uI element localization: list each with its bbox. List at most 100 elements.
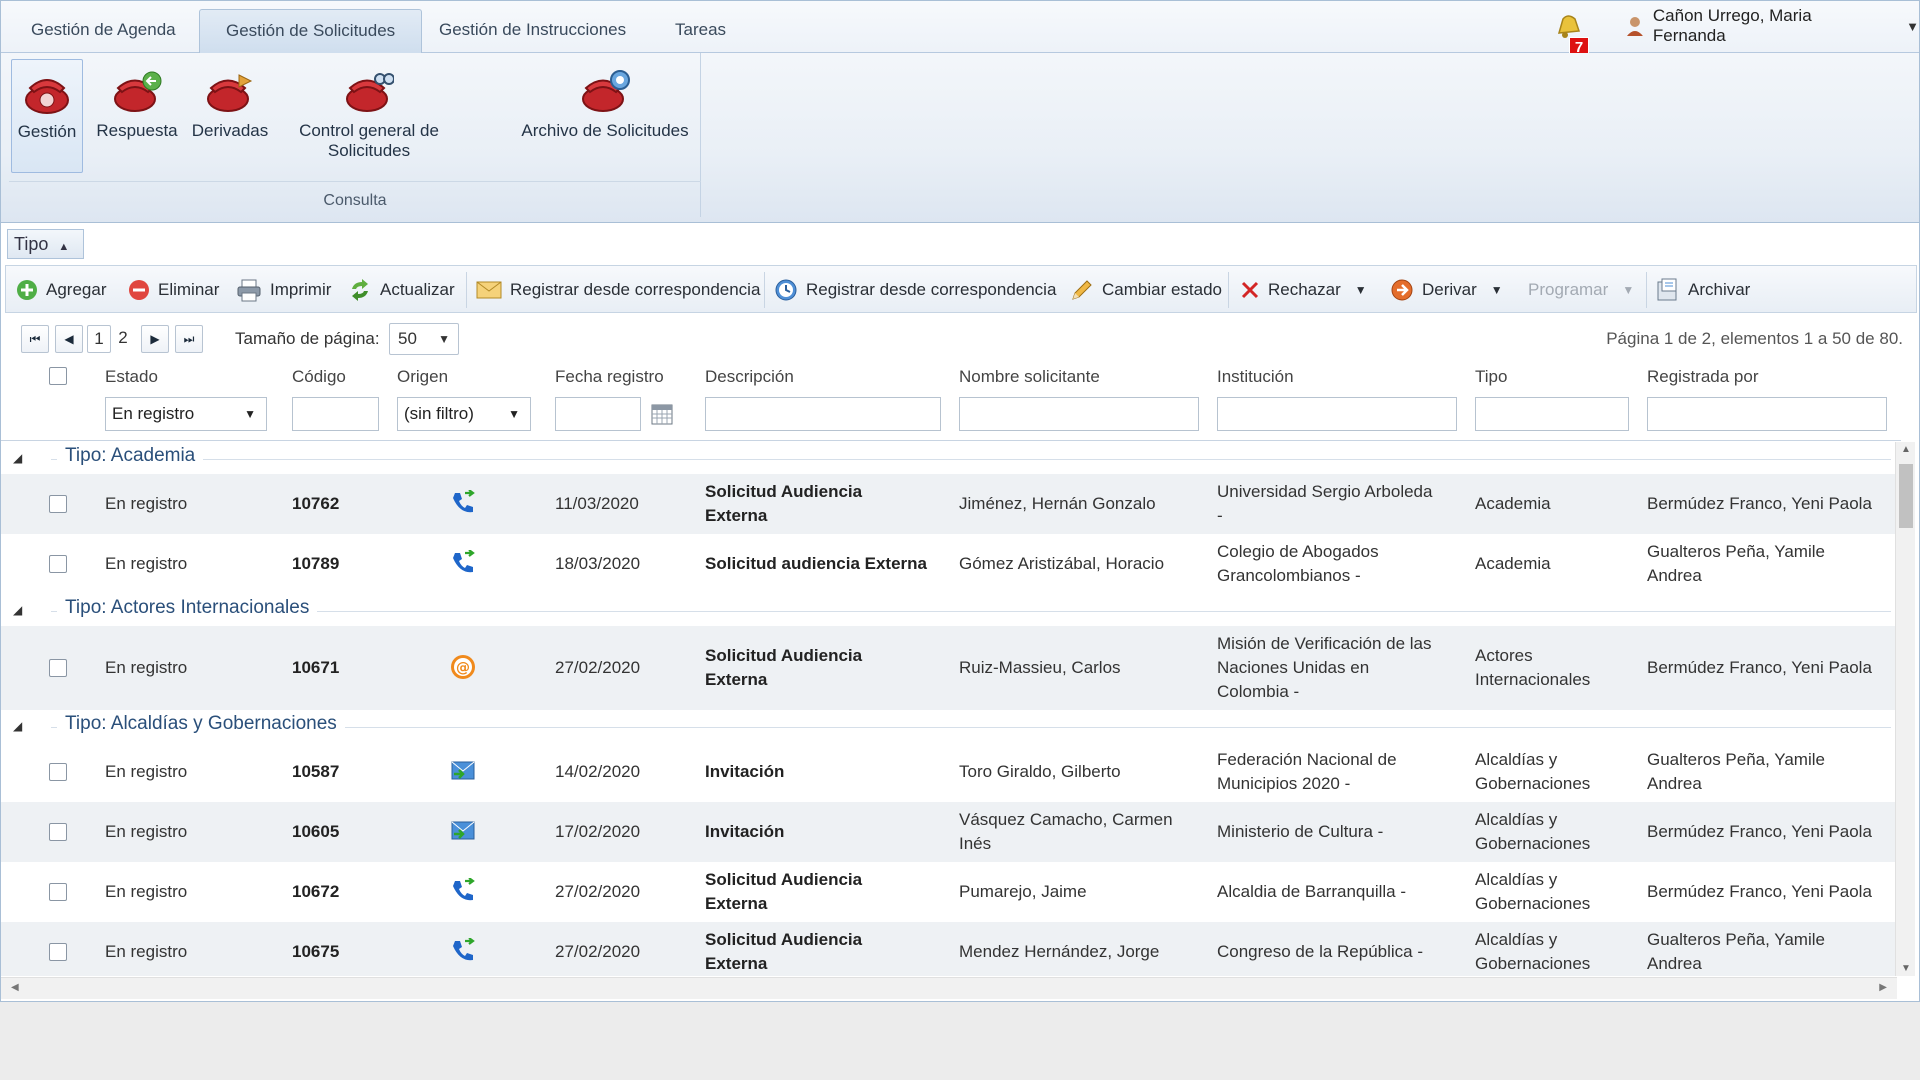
cell-descripcion: Invitación [705, 762, 785, 781]
pager: ⏮ ◀ 1 2 ▶ ⏭ Tamaño de página: 50 ▼ Págin… [1, 319, 1919, 361]
row-checkbox[interactable] [49, 659, 67, 677]
tab-gestion-agenda[interactable]: Gestión de Agenda [5, 9, 202, 53]
row-checkbox[interactable] [49, 823, 67, 841]
page-1-link[interactable]: 1 [87, 325, 111, 353]
first-page-button[interactable]: ⏮ [21, 325, 49, 353]
eliminar-button[interactable]: Eliminar [128, 276, 219, 304]
select-all-checkbox[interactable] [49, 367, 67, 385]
tipo-filter-input[interactable] [1475, 397, 1629, 431]
scroll-up-icon[interactable]: ▲ [1896, 444, 1916, 455]
cambiar-estado-button[interactable]: Cambiar estado [1070, 276, 1222, 304]
table-row[interactable]: En registro 10587 14/02/2020 Invitación Toro… [1, 742, 1897, 802]
group-title: Tipo: Alcaldías y Gobernaciones [57, 713, 345, 735]
ribbon-respuesta-button[interactable]: Respuesta [93, 59, 181, 173]
registrar-correspondencia-button[interactable]: Registrar desde correspondencia [476, 276, 760, 304]
chevron-down-icon: ▼ [1622, 283, 1635, 297]
registrada-filter-input[interactable] [1647, 397, 1887, 431]
printer-icon [237, 279, 261, 302]
derivar-button[interactable]: Derivar ▼ [1390, 276, 1503, 304]
cell-tipo: Gobernaciones [1475, 834, 1591, 853]
descripcion-filter-input[interactable] [705, 397, 941, 431]
cell-registrada-por: Bermúdez Franco, Yeni Paola [1647, 658, 1872, 677]
imprimir-button[interactable]: Imprimir [236, 276, 331, 304]
row-checkbox[interactable] [49, 555, 67, 573]
vertical-scrollbar[interactable]: ▲ ▼ [1895, 442, 1915, 976]
ribbon-respuesta-label: Respuesta [96, 121, 178, 140]
prev-page-button[interactable]: ◀ [55, 325, 83, 353]
collapse-triangle-icon[interactable]: ◢ [13, 451, 22, 465]
table-row[interactable]: En registro 10675 27/02/2020 Solicitud Audi… [1, 922, 1897, 976]
row-checkbox[interactable] [49, 943, 67, 961]
origen-filter-select[interactable]: (sin filtro) ▼ [397, 397, 531, 431]
cell-institucion: - [1217, 506, 1223, 525]
table-row[interactable]: En registro 10672 27/02/2020 Solicitud Audi… [1, 862, 1897, 922]
col-codigo[interactable]: Código [292, 367, 346, 387]
horizontal-scrollbar[interactable]: ◀ ▶ [1, 977, 1897, 999]
col-nombre-solicitante[interactable]: Nombre solicitante [959, 367, 1100, 387]
next-page-button[interactable]: ▶ [141, 325, 169, 353]
tab-tareas[interactable]: Tareas [649, 9, 752, 53]
col-institucion[interactable]: Institución [1217, 367, 1294, 387]
grid-toolbar: Agregar Eliminar Imprimir Actualizar Reg… [5, 265, 1917, 313]
col-descripcion[interactable]: Descripción [705, 367, 794, 387]
cell-estado: En registro [105, 942, 188, 961]
group-header[interactable]: ◢ Tipo: Actores Internacionales [1, 594, 1897, 626]
ribbon-derivadas-button[interactable]: Derivadas [187, 59, 273, 173]
scroll-left-icon[interactable]: ◀ [11, 982, 19, 993]
table-row[interactable]: En registro 10671 @27/02/2020 Solicitud Aud… [1, 626, 1897, 710]
collapse-triangle-icon[interactable]: ◢ [13, 603, 22, 617]
cell-institucion: Colombia - [1217, 682, 1300, 701]
col-registrada-por[interactable]: Registrada por [1647, 367, 1759, 387]
row-checkbox[interactable] [49, 763, 67, 781]
tab-gestion-instrucciones[interactable]: Gestión de Instrucciones [413, 9, 652, 53]
ribbon-gestion-button[interactable]: Gestión [11, 59, 83, 173]
page-2-link[interactable]: 2 [111, 325, 135, 353]
agregar-label: Agregar [46, 280, 107, 299]
actualizar-button[interactable]: Actualizar [348, 276, 455, 304]
cell-codigo: 10587 [292, 762, 340, 781]
rechazar-button[interactable]: Rechazar ▼ [1240, 276, 1367, 304]
col-tipo[interactable]: Tipo [1475, 367, 1507, 387]
institucion-filter-input[interactable] [1217, 397, 1457, 431]
cell-descripcion: Externa [705, 954, 768, 973]
imprimir-label: Imprimir [270, 280, 332, 299]
col-origen[interactable]: Origen [397, 367, 448, 387]
archivar-button[interactable]: Archivar [1656, 276, 1750, 304]
registrar-correspondencia-2-button[interactable]: Registrar desde correspondencia [774, 276, 1056, 304]
group-header[interactable]: ◢ Tipo: Academia [1, 442, 1897, 474]
last-page-button[interactable]: ⏭ [175, 325, 203, 353]
fecha-filter-input[interactable] [555, 397, 641, 431]
col-estado[interactable]: Estado [105, 367, 158, 387]
row-checkbox[interactable] [49, 883, 67, 901]
page-size-select[interactable]: 50 ▼ [389, 323, 459, 355]
col-fecha-registro[interactable]: Fecha registro [555, 367, 664, 387]
group-by-tipo-tag[interactable]: Tipo ▲ [7, 229, 85, 259]
scroll-down-icon[interactable]: ▼ [1896, 963, 1916, 974]
ribbon-control-general-button[interactable]: Control general de Solicitudes [281, 59, 457, 173]
agregar-button[interactable]: Agregar [16, 276, 106, 304]
phone-forward-icon [453, 878, 475, 901]
tab-gestion-solicitudes[interactable]: Gestión de Solicitudes [199, 9, 423, 53]
scroll-thumb[interactable] [1899, 464, 1913, 528]
estado-filter-select[interactable]: En registro ▼ [105, 397, 267, 431]
cell-tipo: Actores [1475, 646, 1533, 665]
scroll-right-icon[interactable]: ▶ [1879, 982, 1887, 993]
cell-solicitante: Gómez Aristizábal, Horacio [959, 554, 1165, 573]
user-menu[interactable]: Cañon Urrego, Maria Fernanda ▼ [1625, 6, 1919, 45]
cell-tipo: Alcaldías y [1475, 810, 1558, 829]
collapse-triangle-icon[interactable]: ◢ [13, 719, 22, 733]
cell-estado: En registro [105, 822, 188, 841]
table-row[interactable]: En registro 10789 18/03/2020 Solicitud audi… [1, 534, 1897, 594]
calendar-icon[interactable] [651, 403, 673, 425]
table-row[interactable]: En registro 10762 11/03/2020 Solicitud Audi… [1, 474, 1897, 534]
codigo-filter-input[interactable] [292, 397, 379, 431]
table-row[interactable]: En registro 10605 17/02/2020 Invitación Vásq… [1, 802, 1897, 862]
cell-descripcion: Solicitud Audiencia [705, 646, 863, 665]
ribbon-archivo-button[interactable]: Archivo de Solicitudes [519, 59, 691, 173]
programar-button[interactable]: Programar ▼ [1528, 276, 1634, 304]
cell-fecha-registro: 14/02/2020 [555, 762, 641, 781]
row-checkbox[interactable] [49, 495, 67, 513]
cell-codigo: 10789 [292, 554, 340, 573]
group-header[interactable]: ◢ Tipo: Alcaldías y Gobernaciones [1, 710, 1897, 742]
solicitante-filter-input[interactable] [959, 397, 1199, 431]
